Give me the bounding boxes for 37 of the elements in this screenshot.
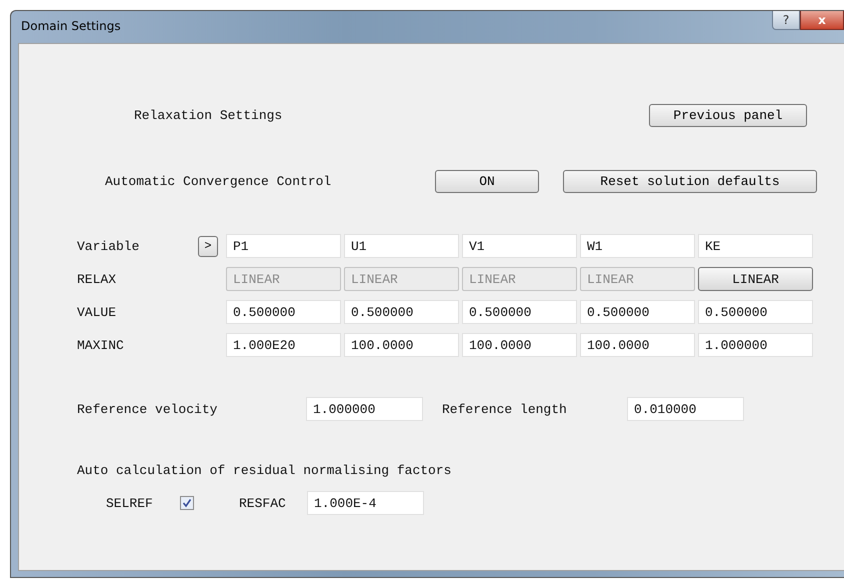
variable-field[interactable]: V1	[462, 234, 577, 258]
value-field[interactable]: 0.500000	[226, 300, 341, 324]
next-variables-button[interactable]: >	[198, 236, 218, 256]
resfac-label: RESFAC	[239, 496, 287, 510]
reference-length-label: Reference length	[442, 402, 568, 416]
reference-velocity-field[interactable]: 1.000000	[306, 397, 423, 421]
variable-field[interactable]: KE	[698, 234, 813, 258]
previous-panel-button[interactable]: Previous panel	[649, 104, 807, 126]
row-label: Variable	[77, 238, 140, 254]
value-field[interactable]: 0.500000	[462, 300, 577, 324]
variable-field[interactable]: P1	[226, 234, 341, 258]
section-heading: Relaxation Settings	[134, 108, 284, 122]
selref-checkbox[interactable]	[180, 496, 194, 510]
variable-field[interactable]: U1	[344, 234, 459, 258]
variable-field[interactable]: W1	[580, 234, 695, 258]
maxinc-field[interactable]: 1.000E20	[226, 333, 341, 357]
reset-defaults-button[interactable]: Reset solution defaults	[563, 170, 817, 192]
row-label: VALUE	[77, 304, 118, 320]
maxinc-field[interactable]: 100.0000	[580, 333, 695, 357]
value-field[interactable]: 0.500000	[344, 300, 459, 324]
on-button[interactable]: ON	[435, 170, 539, 192]
value-field[interactable]: 0.500000	[698, 300, 813, 324]
relax-button[interactable]: LINEAR	[698, 267, 813, 291]
residual-heading: Auto calculation of residual normalising factors	[77, 463, 452, 478]
row-label: RELAX	[77, 272, 118, 286]
selref-label: SELREF	[106, 496, 154, 510]
resfac-field[interactable]: 1.000E-4	[307, 491, 424, 515]
reference-velocity-label: Reference velocity	[77, 402, 218, 416]
row-label: MAXINC	[77, 338, 125, 352]
convergence-label: Automatic Convergence Control	[105, 174, 332, 188]
reference-length-field[interactable]: 0.010000	[627, 397, 744, 421]
maxinc-field[interactable]: 100.0000	[462, 333, 577, 357]
maxinc-field[interactable]: 100.0000	[344, 333, 459, 357]
help-button[interactable]: ?	[772, 11, 800, 30]
value-field[interactable]: 0.500000	[580, 300, 695, 324]
window-title: Domain Settings	[21, 19, 121, 33]
maxinc-field[interactable]: 1.000000	[698, 333, 813, 357]
